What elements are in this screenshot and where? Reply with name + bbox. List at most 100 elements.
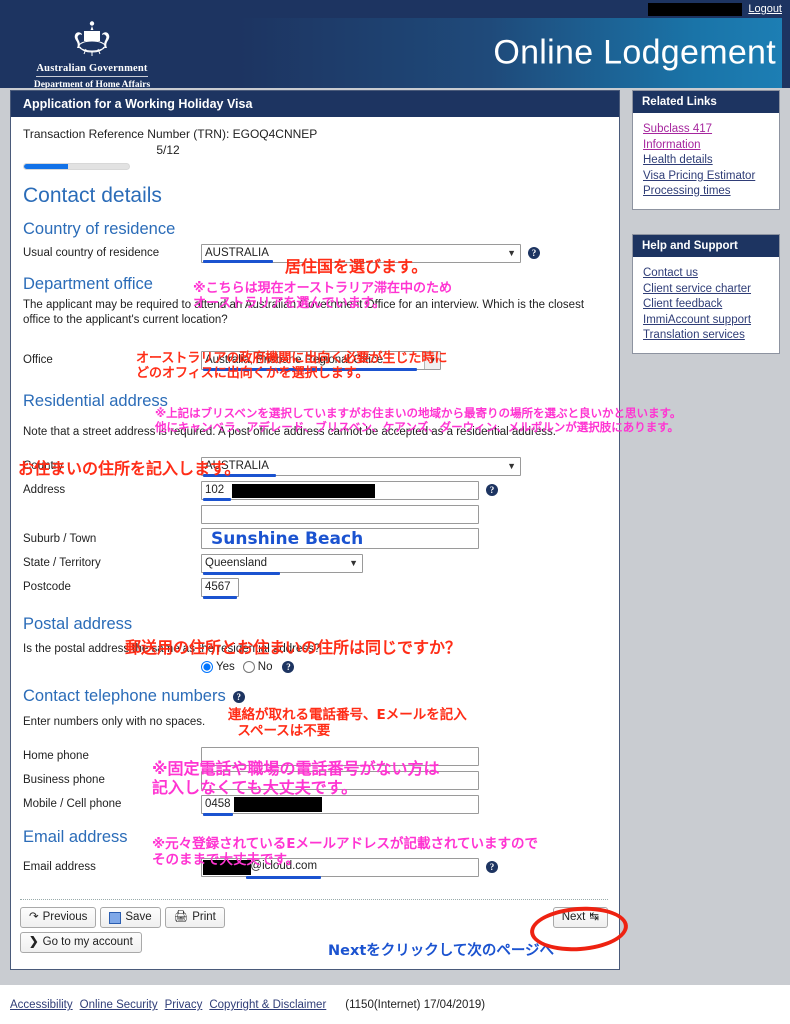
- label-home-phone: Home phone: [23, 750, 89, 762]
- field-row-email: Email address 6@icloud.com ?: [23, 857, 607, 879]
- handwritten-underline: [203, 367, 417, 371]
- help-link-client-service-charter[interactable]: Client service charter: [643, 282, 770, 298]
- previous-button-label: Previous: [42, 911, 88, 923]
- masthead: Australian Government Department of Home…: [0, 18, 790, 88]
- address-redacted: [232, 483, 375, 498]
- help-link-immiaccount-support[interactable]: ImmiAccount support: [643, 313, 770, 329]
- label-email-address: Email address: [23, 861, 96, 873]
- help-icon[interactable]: ?: [528, 247, 540, 259]
- section-contact-telephone: Contact telephone numbers: [23, 687, 226, 705]
- related-link-health-details[interactable]: Health details: [643, 153, 770, 169]
- go-to-my-account-label: Go to my account: [42, 936, 133, 948]
- suburb-town-value: Sunshine Beach: [211, 529, 364, 549]
- button-row-secondary: ❯ Go to my account: [20, 932, 608, 953]
- business-phone-input[interactable]: [201, 770, 479, 790]
- chevron-right-icon: ❯: [29, 936, 39, 948]
- email-value: 6@icloud.com: [244, 859, 318, 872]
- save-button[interactable]: Save: [100, 907, 161, 928]
- label-no: No: [257, 661, 273, 673]
- telephone-note: Enter numbers only with no spaces.: [23, 716, 206, 728]
- country-select[interactable]: AUSTRALIA: [201, 456, 521, 476]
- help-and-support-card: Help and Support Contact us Client servi…: [632, 234, 780, 354]
- handwritten-underline: [203, 571, 280, 575]
- footer-link-copyright-disclaimer[interactable]: Copyright & Disclaimer: [209, 999, 326, 1011]
- print-button-label: Print: [192, 911, 216, 923]
- field-row-country: Country AUSTRALIA ▼: [23, 456, 607, 477]
- radio-yes[interactable]: [201, 661, 213, 673]
- help-icon[interactable]: ?: [282, 661, 295, 673]
- site-title: Online Lodgement: [493, 33, 776, 72]
- gov-title-line1: Australian Government: [36, 63, 148, 77]
- application-form-panel: Application for a Working Holiday Visa T…: [10, 90, 620, 970]
- label-suburb-town: Suburb / Town: [23, 532, 97, 545]
- label-country: Country: [23, 460, 64, 472]
- previous-arrow-icon: ↷: [29, 911, 39, 923]
- next-button[interactable]: Next ↹: [552, 907, 608, 928]
- field-row-office: Office Australia, Brisbane Regional Offi…: [23, 350, 607, 371]
- section-residential-address: Residential address: [23, 392, 168, 410]
- masthead-edge: [782, 18, 790, 88]
- label-postcode: Postcode: [23, 581, 71, 593]
- office-select-wrap: Australia, Brisbane Regional Office ▼: [201, 350, 441, 371]
- field-row-home-phone: Home phone: [23, 746, 607, 766]
- mobile-redacted: [234, 796, 322, 812]
- country-select-wrap: AUSTRALIA ▼: [201, 456, 521, 477]
- email-input-wrap: 6@icloud.com: [201, 857, 479, 879]
- help-icon[interactable]: ?: [486, 484, 498, 496]
- related-link-subclass-417[interactable]: Subclass 417: [643, 122, 770, 138]
- label-address: Address: [23, 484, 66, 496]
- handwritten-underline: [203, 595, 237, 599]
- department-office-note: The applicant may be required to attend …: [23, 299, 585, 326]
- field-row-suburb: Suburb / Town Sunshine Beach: [23, 528, 607, 549]
- label-state-territory: State / Territory: [23, 557, 101, 569]
- related-link-processing-times[interactable]: Processing times: [643, 184, 770, 200]
- postcode-input[interactable]: [201, 577, 239, 597]
- office-select[interactable]: Australia, Brisbane Regional Office: [201, 350, 441, 370]
- progress-bar-fill: [24, 164, 69, 169]
- field-row-address: Address ?: [23, 480, 607, 501]
- next-button-label: Next: [561, 911, 586, 923]
- home-phone-input[interactable]: [201, 746, 479, 766]
- footer-build-stamp: (1150(Internet) 17/04/2019): [345, 999, 486, 1011]
- gov-title-line2: Department of Home Affairs: [33, 80, 151, 88]
- section-department-office: Department office: [23, 275, 153, 293]
- section-postal-address: Postal address: [23, 615, 133, 633]
- related-links-list: Subclass 417 Information Health details …: [633, 113, 779, 209]
- related-link-visa-pricing-estimator[interactable]: Visa Pricing Estimator: [643, 169, 770, 185]
- help-link-translation-services[interactable]: Translation services: [643, 328, 770, 344]
- username-redacted: [648, 2, 743, 16]
- transaction-reference-number: Transaction Reference Number (TRN): EGOQ…: [23, 127, 318, 141]
- print-button[interactable]: 🖨 Print: [164, 907, 225, 928]
- footer-link-privacy[interactable]: Privacy: [165, 999, 203, 1011]
- page-counter: 5/12: [156, 143, 180, 157]
- government-branding: Australian Government Department of Home…: [12, 20, 172, 88]
- section-email-address: Email address: [23, 828, 128, 846]
- help-icon[interactable]: ?: [486, 861, 498, 873]
- radio-no[interactable]: [242, 661, 255, 673]
- section-telephone-header: Contact telephone numbers ?: [23, 687, 607, 706]
- related-links-title: Related Links: [633, 91, 779, 113]
- label-mobile-cell-phone: Mobile / Cell phone: [23, 798, 122, 810]
- address-line2-input[interactable]: [201, 504, 479, 524]
- field-row-usual-country: Usual country of residence AUSTRALIA ▼ ?: [23, 243, 607, 263]
- go-to-my-account-button[interactable]: ❯ Go to my account: [20, 932, 142, 953]
- help-link-client-feedback[interactable]: Client feedback: [643, 297, 770, 313]
- state-territory-select[interactable]: Queensland: [201, 553, 363, 573]
- form-content: Transaction Reference Number (TRN): EGOQ…: [11, 117, 619, 879]
- footer: Accessibility Online Security Privacy Co…: [0, 985, 790, 1024]
- printer-icon: 🖨: [173, 911, 189, 923]
- field-row-business-phone: Business phone: [23, 770, 607, 790]
- usual-country-select-wrap: AUSTRALIA ▼: [201, 243, 521, 263]
- next-arrow-icon: ↹: [589, 911, 599, 923]
- top-utility-bar: Logout: [0, 0, 790, 18]
- field-row-postcode: Postcode: [23, 577, 607, 599]
- footer-link-online-security[interactable]: Online Security: [80, 999, 158, 1011]
- previous-button[interactable]: ↷ Previous: [20, 907, 97, 928]
- help-link-contact-us[interactable]: Contact us: [643, 266, 770, 282]
- page-title: Contact details: [23, 184, 162, 207]
- logout-link[interactable]: Logout: [748, 3, 790, 15]
- footer-link-accessibility[interactable]: Accessibility: [10, 999, 73, 1011]
- mobile-input-wrap: [201, 794, 479, 816]
- help-icon[interactable]: ?: [232, 690, 245, 703]
- related-link-information[interactable]: Information: [643, 138, 770, 154]
